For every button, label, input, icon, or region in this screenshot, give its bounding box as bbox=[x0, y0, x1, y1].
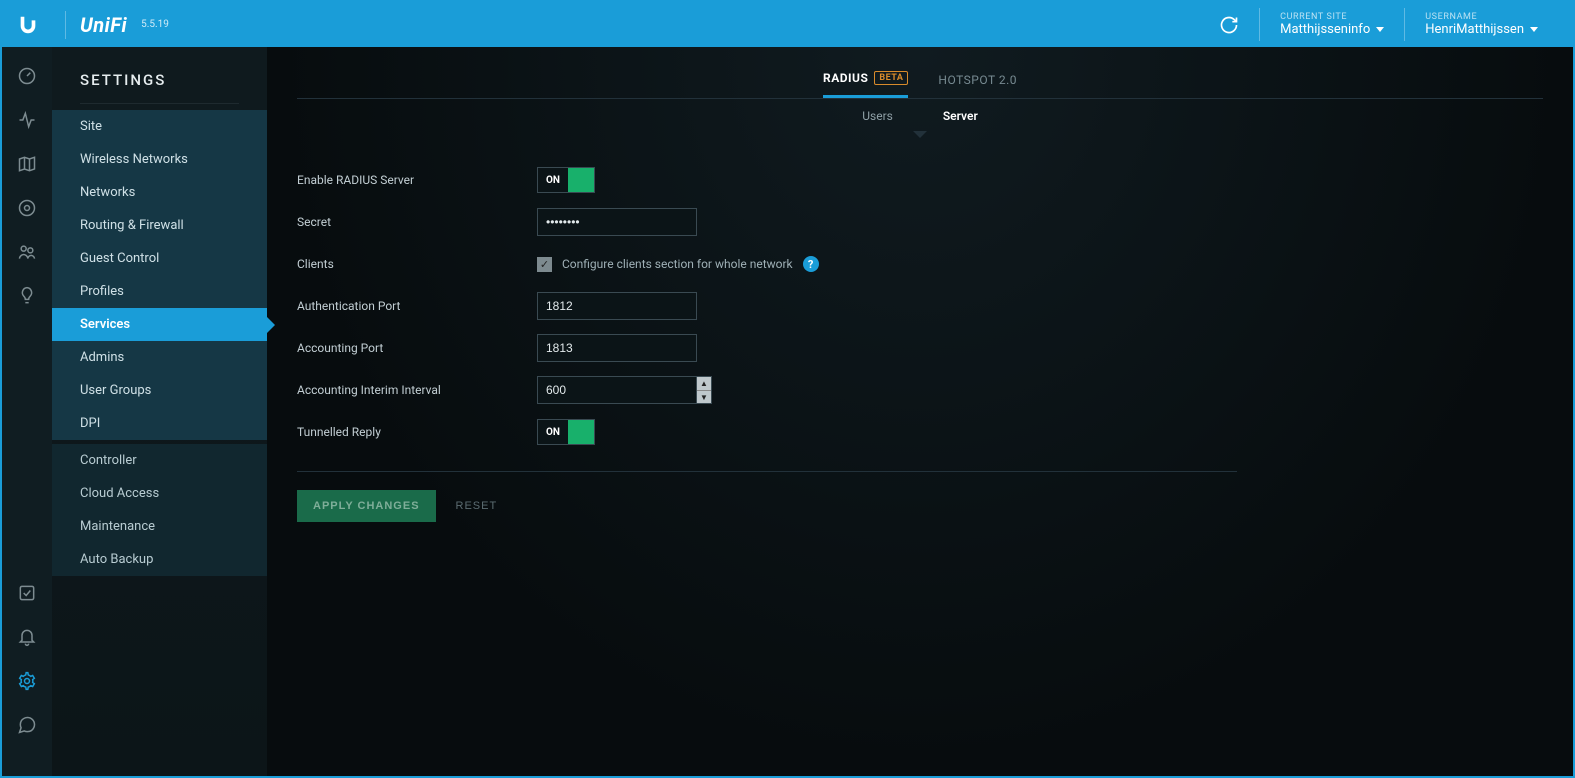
username-value: HenriMatthijssen bbox=[1425, 22, 1524, 37]
nav-profiles[interactable]: Profiles bbox=[52, 275, 267, 308]
form-actions: APPLY CHANGES RESET bbox=[297, 471, 1237, 522]
top-bar: UniFi 5.5.19 CURRENT SITE Matthijsseninf… bbox=[2, 2, 1573, 47]
username-label: USERNAME bbox=[1425, 12, 1538, 22]
settings-sidebar: SETTINGS Site Wireless Networks Networks… bbox=[52, 47, 267, 776]
toggle-knob bbox=[568, 168, 594, 192]
beta-badge: BETA bbox=[874, 71, 908, 85]
clients-label: Clients bbox=[297, 257, 537, 271]
reset-button[interactable]: RESET bbox=[456, 500, 498, 512]
help-icon[interactable]: ? bbox=[803, 256, 819, 272]
icon-rail bbox=[2, 47, 52, 776]
enable-radius-label: Enable RADIUS Server bbox=[297, 173, 537, 187]
sidebar-title: SETTINGS bbox=[52, 61, 267, 103]
spinner-down-icon[interactable]: ▼ bbox=[697, 390, 711, 403]
tab-hotspot[interactable]: HOTSPOT 2.0 bbox=[938, 65, 1017, 98]
subtab-users[interactable]: Users bbox=[862, 109, 893, 123]
nav-services[interactable]: Services bbox=[52, 308, 267, 341]
chevron-down-icon bbox=[1530, 27, 1538, 32]
primary-tabs: RADIUS BETA HOTSPOT 2.0 bbox=[297, 65, 1543, 99]
tab-radius[interactable]: RADIUS BETA bbox=[823, 65, 908, 98]
events-icon[interactable] bbox=[16, 582, 38, 604]
spinner-up-icon[interactable]: ▲ bbox=[697, 377, 711, 390]
toggle-on-text: ON bbox=[538, 175, 568, 186]
subtab-server[interactable]: Server bbox=[943, 109, 978, 123]
tab-radius-label: RADIUS bbox=[823, 71, 868, 85]
insights-icon[interactable] bbox=[16, 285, 38, 307]
acct-port-input[interactable] bbox=[537, 334, 697, 362]
tunnelled-reply-label: Tunnelled Reply bbox=[297, 425, 537, 439]
chat-icon[interactable] bbox=[16, 714, 38, 736]
nav-guest-control[interactable]: Guest Control bbox=[52, 242, 267, 275]
acct-interval-input[interactable] bbox=[537, 376, 697, 404]
map-icon[interactable] bbox=[16, 153, 38, 175]
nav-dpi[interactable]: DPI bbox=[52, 407, 267, 440]
secondary-tabs: Users Server bbox=[297, 99, 1543, 137]
nav-controller[interactable]: Controller bbox=[52, 444, 267, 477]
username-block[interactable]: USERNAME HenriMatthijssen bbox=[1404, 8, 1558, 41]
radius-server-form: Enable RADIUS Server ON Secret Clients ✓ bbox=[297, 159, 1237, 522]
nav-wireless-networks[interactable]: Wireless Networks bbox=[52, 143, 267, 176]
devices-icon[interactable] bbox=[16, 197, 38, 219]
nav-routing-firewall[interactable]: Routing & Firewall bbox=[52, 209, 267, 242]
acct-port-label: Accounting Port bbox=[297, 341, 537, 355]
activity-icon[interactable] bbox=[16, 109, 38, 131]
chevron-down-icon bbox=[1376, 27, 1384, 32]
dashboard-icon[interactable] bbox=[16, 65, 38, 87]
sidebar-group-site: Site Wireless Networks Networks Routing … bbox=[52, 110, 267, 440]
nav-auto-backup[interactable]: Auto Backup bbox=[52, 543, 267, 576]
topbar-divider bbox=[65, 11, 66, 39]
enable-radius-toggle[interactable]: ON bbox=[537, 167, 595, 193]
nav-user-groups[interactable]: User Groups bbox=[52, 374, 267, 407]
clients-checkbox[interactable]: ✓ bbox=[537, 257, 552, 272]
nav-maintenance[interactable]: Maintenance bbox=[52, 510, 267, 543]
current-site-value: Matthijsseninfo bbox=[1280, 22, 1370, 37]
tunnelled-reply-toggle[interactable]: ON bbox=[537, 419, 595, 445]
auth-port-input[interactable] bbox=[537, 292, 697, 320]
secret-label: Secret bbox=[297, 215, 537, 229]
alerts-icon[interactable] bbox=[16, 626, 38, 648]
settings-icon[interactable] bbox=[16, 670, 38, 692]
clients-icon[interactable] bbox=[16, 241, 38, 263]
secret-input[interactable] bbox=[537, 208, 697, 236]
nav-networks[interactable]: Networks bbox=[52, 176, 267, 209]
main-panel: RADIUS BETA HOTSPOT 2.0 Users Server Ena… bbox=[267, 47, 1573, 776]
nav-cloud-access[interactable]: Cloud Access bbox=[52, 477, 267, 510]
current-site-block[interactable]: CURRENT SITE Matthijsseninfo bbox=[1259, 8, 1404, 41]
toggle-knob bbox=[568, 420, 594, 444]
current-site-label: CURRENT SITE bbox=[1280, 12, 1384, 22]
ubiquiti-logo-icon bbox=[17, 14, 39, 36]
toggle-on-text: ON bbox=[538, 427, 568, 438]
refresh-icon[interactable] bbox=[1219, 15, 1239, 35]
apply-changes-button[interactable]: APPLY CHANGES bbox=[297, 490, 436, 522]
nav-admins[interactable]: Admins bbox=[52, 341, 267, 374]
auth-port-label: Authentication Port bbox=[297, 299, 537, 313]
version-text: 5.5.19 bbox=[141, 19, 169, 30]
sidebar-group-controller: Controller Cloud Access Maintenance Auto… bbox=[52, 444, 267, 576]
tab-hotspot-label: HOTSPOT 2.0 bbox=[938, 73, 1017, 87]
nav-site[interactable]: Site bbox=[52, 110, 267, 143]
acct-interval-label: Accounting Interim Interval bbox=[297, 383, 537, 397]
clients-hint: Configure clients section for whole netw… bbox=[562, 257, 793, 271]
number-spinner[interactable]: ▲ ▼ bbox=[697, 376, 712, 404]
brand-text: UniFi bbox=[80, 13, 127, 37]
